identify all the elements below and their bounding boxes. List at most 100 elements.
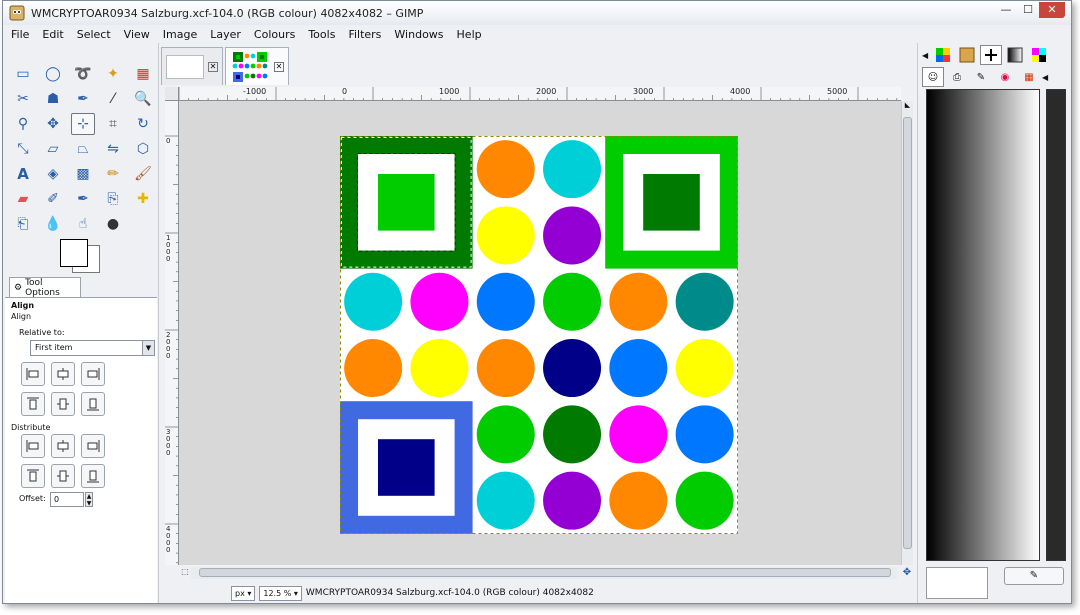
close-icon[interactable]: ✕ (274, 61, 284, 72)
tool-ink[interactable]: ✒ (71, 188, 95, 210)
ruler-corner[interactable] (165, 87, 179, 101)
tool-rotate[interactable]: ↻ (131, 113, 155, 135)
distribute-center-button[interactable] (51, 434, 75, 458)
tool-zoom[interactable]: 🔍 (131, 88, 155, 110)
menu-edit[interactable]: Edit (34, 28, 68, 41)
close-icon[interactable]: ✕ (208, 61, 218, 72)
tab-colors[interactable]: ◉ (994, 67, 1016, 87)
align-right-edge-button[interactable] (81, 362, 105, 386)
tool-foreground-select[interactable]: ☗ (41, 88, 65, 110)
tab-tool-options[interactable]: ⚙ Tool Options (9, 277, 81, 298)
align-center-button[interactable] (51, 362, 75, 386)
distribute-middle-button[interactable] (51, 464, 75, 488)
tool-ellipse-select[interactable]: ◯ (41, 63, 65, 85)
color-selector[interactable] (58, 237, 108, 275)
align-middle-button[interactable] (51, 392, 75, 416)
tab-fonts[interactable] (1028, 45, 1050, 65)
brush-preview[interactable] (926, 567, 988, 599)
tool-perspective-clone[interactable]: ⎗ (11, 213, 35, 235)
menu-layer[interactable]: Layer (202, 28, 246, 41)
tab-palettes[interactable] (932, 45, 954, 65)
menu-colours[interactable]: Colours (246, 28, 300, 41)
dock-action-button[interactable]: ✎ (1004, 567, 1064, 585)
distribute-bottom-button[interactable] (81, 464, 105, 488)
maximize-button[interactable]: ☐ (1017, 2, 1039, 18)
tool-paths[interactable]: ✒ (71, 88, 95, 110)
tool-pencil[interactable]: ✏ (101, 163, 125, 185)
tool-airbrush[interactable]: ✐ (41, 188, 65, 210)
distribute-left-button[interactable] (21, 434, 45, 458)
relative-to-select[interactable]: First item ▼ (30, 340, 155, 356)
menu-tools[interactable]: Tools (300, 28, 340, 41)
align-bottom-edge-button[interactable] (81, 392, 105, 416)
quick-mask-icon[interactable]: ⬚ (179, 567, 191, 579)
chevron-left-icon[interactable]: ◀ (922, 51, 932, 60)
tab-patterns[interactable] (956, 45, 978, 65)
distribute-top-button[interactable] (21, 464, 45, 488)
vertical-ruler[interactable]: 0 1000 2000 3000 4000 (165, 101, 179, 565)
menu-filters[interactable]: Filters (340, 28, 386, 41)
circle-dark_green (543, 405, 602, 464)
tool-dodge-burn[interactable]: ● (101, 213, 125, 235)
close-button[interactable]: ✕ (1039, 2, 1065, 18)
tool-free-select[interactable]: ➰ (71, 63, 95, 85)
tool-select-by-color[interactable]: ▦ (131, 63, 155, 85)
gradient-preview[interactable] (926, 89, 1040, 561)
align-top-edge-button[interactable] (21, 392, 45, 416)
image-canvas[interactable] (179, 101, 901, 565)
tool-color-picker[interactable]: ⁄ (101, 88, 125, 110)
tool-move[interactable]: ✥ (41, 113, 65, 135)
vertical-scrollbar[interactable]: ◣ (901, 101, 913, 565)
menu-select[interactable]: Select (69, 28, 116, 41)
navigate-cross-icon[interactable]: ✥ (901, 567, 913, 579)
tool-cage-transform[interactable]: ⬡ (131, 138, 155, 160)
vertical-scrollbar-thumb[interactable] (903, 117, 912, 549)
menu-view[interactable]: View (116, 28, 155, 41)
dock-menu-icon[interactable]: ◀ (1042, 73, 1052, 82)
tool-blur[interactable]: 💧 (41, 213, 65, 235)
tool-perspective[interactable]: ⏢ (71, 138, 95, 160)
distribute-right-button[interactable] (81, 434, 105, 458)
navigate-icon[interactable]: ◣ (902, 101, 913, 115)
horizontal-ruler[interactable]: -1000 0 1000 2000 3000 4000 5000 (179, 87, 901, 101)
tool-text[interactable]: A (11, 163, 35, 185)
tool-align[interactable]: ⊹ (71, 113, 95, 135)
tab-paint[interactable]: ✎ (970, 67, 992, 87)
tool-bucket-fill[interactable]: ◈ (41, 163, 65, 185)
zoom-select[interactable]: 12.5 % ▾ (259, 585, 302, 601)
image-tab-2[interactable]: ✕ (225, 47, 289, 85)
menu-windows[interactable]: Windows (386, 28, 448, 41)
tool-crop[interactable]: ⌗ (101, 113, 125, 135)
tab-gradients[interactable] (1004, 45, 1026, 65)
tool-flip[interactable]: ⇋ (101, 138, 125, 160)
tool-smudge[interactable]: ☝ (71, 213, 95, 235)
tool-scale[interactable]: ⤡ (11, 138, 35, 160)
tab-device[interactable]: ⎙ (946, 67, 968, 87)
tool-rect-select[interactable]: ▭ (11, 63, 35, 85)
unit-select[interactable]: px ▾ (231, 585, 256, 601)
tool-shear[interactable]: ▱ (41, 138, 65, 160)
tool-eraser[interactable]: ▰ (11, 188, 35, 210)
offset-input[interactable]: 0 (50, 492, 84, 507)
tool-scissors-select[interactable]: ✂ (11, 88, 35, 110)
horizontal-scrollbar[interactable] (191, 567, 897, 579)
menu-help[interactable]: Help (449, 28, 487, 41)
horizontal-scrollbar-thumb[interactable] (199, 568, 891, 577)
offset-spinner[interactable]: ▲ ▼ (85, 492, 93, 507)
tool-paintbrush[interactable]: 🖌 (131, 163, 155, 185)
menu-image[interactable]: Image (155, 28, 202, 41)
align-left-edge-button[interactable] (21, 362, 45, 386)
tool-clone[interactable]: ⎘ (101, 188, 125, 210)
tool-measure[interactable]: ⚲ (11, 113, 35, 135)
tool-heal[interactable]: ✚ (131, 188, 155, 210)
tab-gimp[interactable]: ☺ (922, 67, 944, 87)
tab-brushes[interactable] (980, 45, 1002, 65)
menu-file[interactable]: File (3, 28, 34, 41)
foreground-color-swatch[interactable] (60, 239, 88, 267)
minimize-button[interactable]: — (995, 2, 1017, 18)
tool-blend[interactable]: ▩ (71, 163, 95, 185)
image-content[interactable] (340, 136, 738, 534)
tab-swatches[interactable]: ▦ (1018, 67, 1040, 87)
tool-fuzzy-select[interactable]: ✦ (101, 63, 125, 85)
image-tab-1[interactable]: ✕ (161, 47, 223, 85)
